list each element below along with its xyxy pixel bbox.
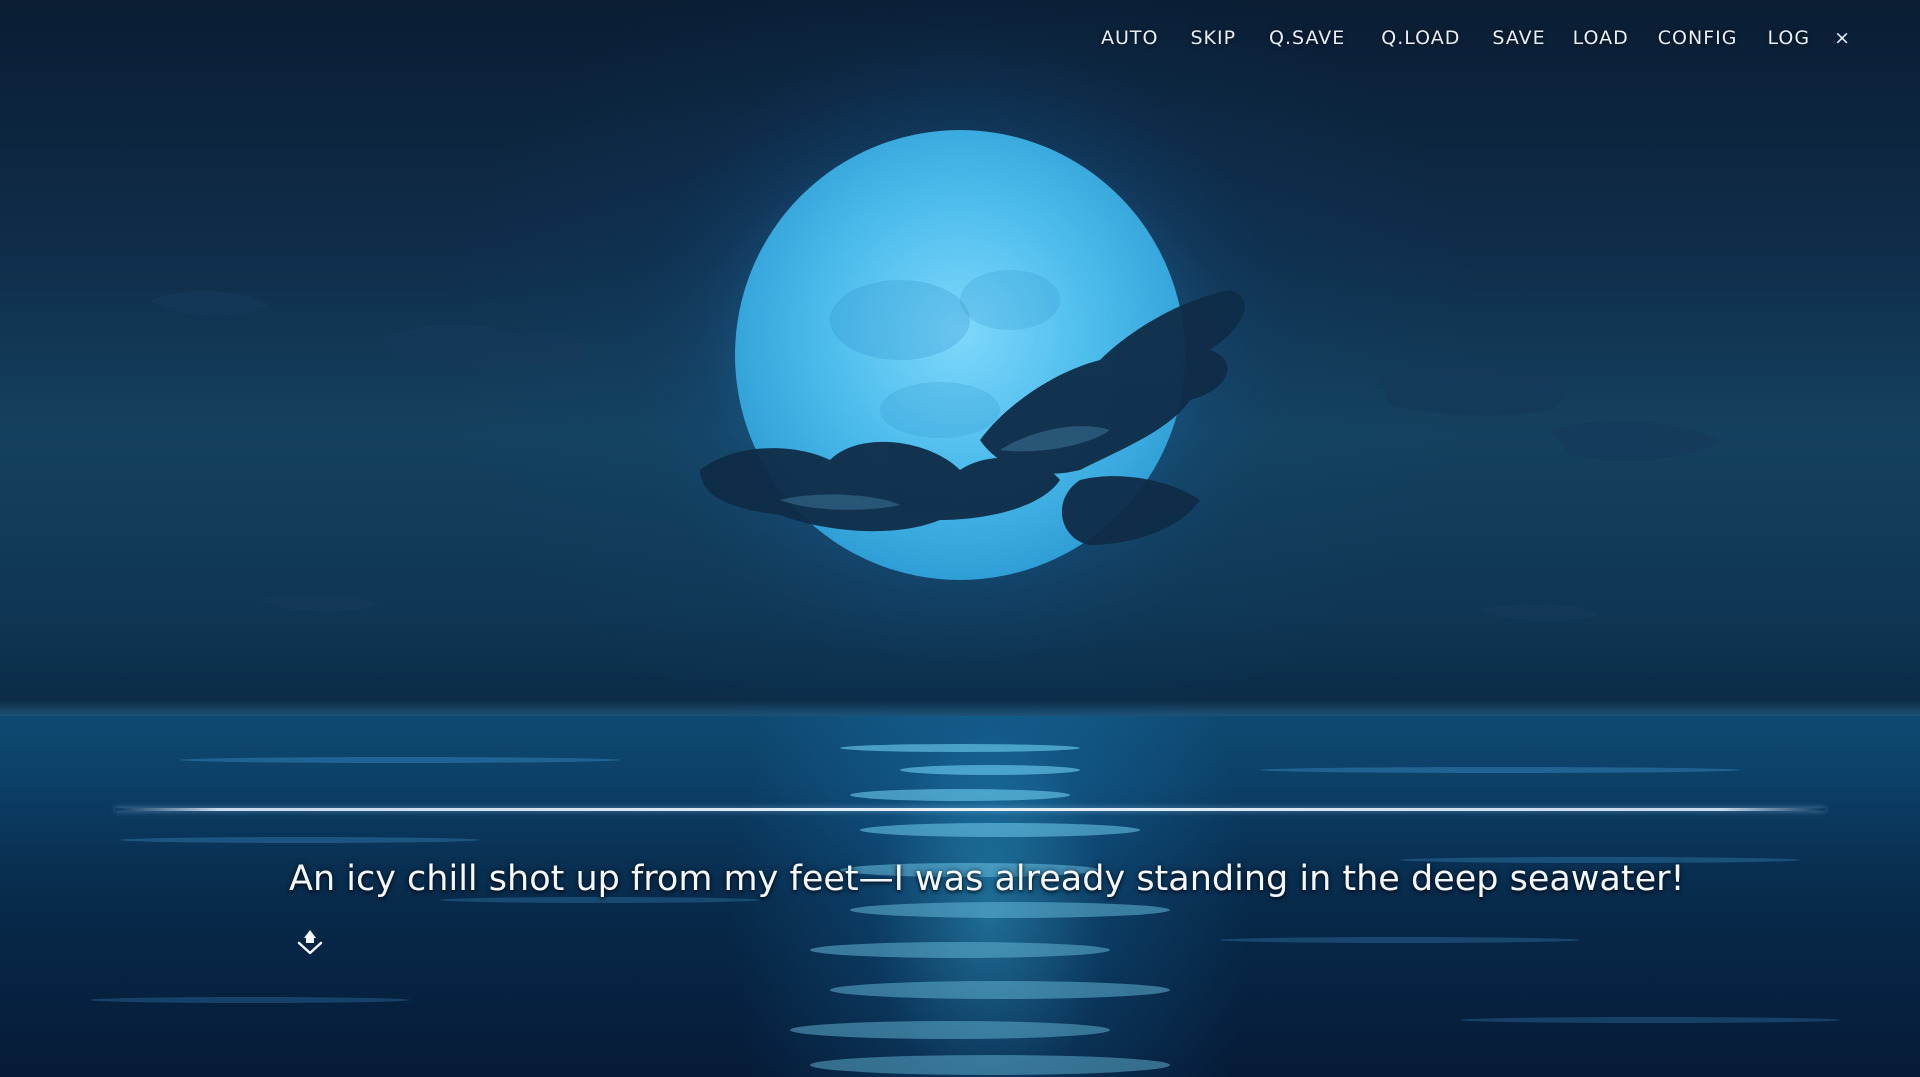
dialogue-text: An icy chill shot up from my feet—I was … (289, 859, 1685, 899)
dialogue-box[interactable]: An icy chill shot up from my feet—I was … (289, 850, 1689, 966)
quick-save-button[interactable]: Q.SAVE (1269, 27, 1345, 49)
next-page-arrow-icon (297, 930, 323, 955)
dialogue-divider (115, 808, 1825, 811)
log-button[interactable]: LOG (1767, 27, 1810, 49)
save-button[interactable]: SAVE (1492, 27, 1545, 49)
quick-menu: AUTO SKIP Q.SAVE Q.LOAD SAVE LOAD CONFIG… (1101, 24, 1850, 52)
game-screen[interactable]: AUTO SKIP Q.SAVE Q.LOAD SAVE LOAD CONFIG… (0, 0, 1920, 1077)
config-button[interactable]: CONFIG (1658, 27, 1738, 49)
close-icon[interactable]: × (1834, 27, 1850, 49)
load-button[interactable]: LOAD (1573, 27, 1629, 49)
auto-button[interactable]: AUTO (1101, 27, 1158, 49)
skip-button[interactable]: SKIP (1190, 27, 1236, 49)
quick-load-button[interactable]: Q.LOAD (1381, 27, 1460, 49)
